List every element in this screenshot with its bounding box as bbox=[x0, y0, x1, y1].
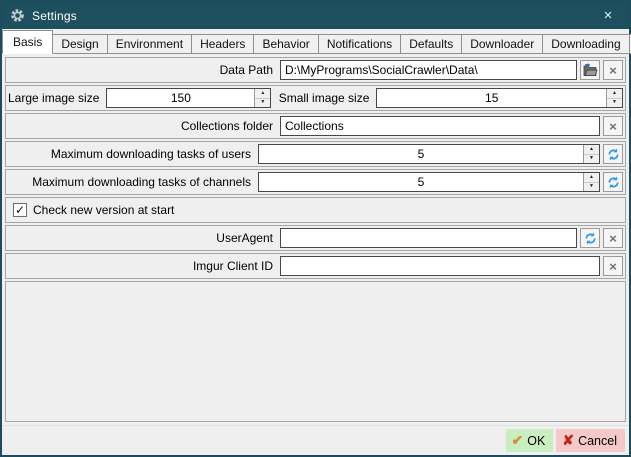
clear-icon: × bbox=[609, 232, 617, 245]
open-folder-icon bbox=[582, 63, 598, 77]
tab-behavior[interactable]: Behavior bbox=[254, 34, 318, 54]
clear-collections-folder-button[interactable]: × bbox=[603, 116, 623, 136]
clear-user-agent-button[interactable]: × bbox=[603, 228, 623, 248]
check-new-version-checkbox[interactable]: ✓ bbox=[13, 203, 27, 217]
tab-environment[interactable]: Environment bbox=[108, 34, 192, 54]
user-agent-label: UserAgent bbox=[8, 231, 280, 245]
row-image-sizes: Large image size ▲ ▼ Small image size ▲ … bbox=[5, 85, 626, 111]
clear-imgur-client-id-button[interactable]: × bbox=[603, 256, 623, 276]
small-image-size-input[interactable] bbox=[377, 89, 606, 107]
spin-down-icon[interactable]: ▼ bbox=[255, 99, 270, 108]
tab-basis[interactable]: Basis bbox=[2, 30, 53, 54]
reset-max-tasks-channels-button[interactable] bbox=[603, 172, 623, 192]
row-imgur-client-id: Imgur Client ID × bbox=[5, 253, 626, 279]
row-max-tasks-users: Maximum downloading tasks of users ▲ ▼ bbox=[5, 141, 626, 167]
refresh-user-agent-button[interactable] bbox=[580, 228, 600, 248]
ok-button-label: OK bbox=[527, 434, 545, 448]
data-path-label: Data Path bbox=[8, 63, 280, 77]
spin-up-icon[interactable]: ▲ bbox=[255, 89, 270, 99]
tab-headers[interactable]: Headers bbox=[192, 34, 254, 54]
user-agent-input[interactable] bbox=[280, 228, 577, 248]
clear-icon: × bbox=[609, 64, 617, 77]
spin-up-icon[interactable]: ▲ bbox=[584, 145, 599, 155]
refresh-icon bbox=[606, 175, 621, 190]
empty-panel bbox=[5, 281, 626, 422]
tab-design[interactable]: Design bbox=[53, 34, 107, 54]
clear-icon: × bbox=[609, 260, 617, 273]
window-title: Settings bbox=[32, 9, 587, 23]
spin-up-icon[interactable]: ▲ bbox=[584, 173, 599, 183]
titlebar: Settings × bbox=[2, 2, 629, 29]
clear-data-path-button[interactable]: × bbox=[603, 60, 623, 80]
refresh-icon bbox=[583, 231, 598, 246]
checkbox-check-icon: ✓ bbox=[15, 204, 25, 216]
ok-check-icon: ✔ bbox=[512, 432, 524, 449]
tab-page-basis: Data Path × Large image size ▲ ▼ bbox=[2, 54, 629, 425]
reset-max-tasks-users-button[interactable] bbox=[603, 144, 623, 164]
spin-down-icon[interactable]: ▼ bbox=[607, 99, 622, 108]
clear-icon: × bbox=[609, 120, 617, 133]
tab-downloader[interactable]: Downloader bbox=[462, 34, 543, 54]
max-tasks-users-spin-buttons: ▲ ▼ bbox=[583, 145, 599, 163]
tab-downloading[interactable]: Downloading bbox=[543, 34, 629, 54]
collections-folder-input[interactable] bbox=[280, 116, 600, 136]
browse-folder-button[interactable] bbox=[580, 60, 600, 80]
tab-notifications[interactable]: Notifications bbox=[319, 34, 401, 54]
max-tasks-channels-input[interactable] bbox=[259, 173, 583, 191]
row-check-new-version: ✓ Check new version at start bbox=[5, 197, 626, 223]
imgur-client-id-label: Imgur Client ID bbox=[8, 259, 280, 273]
ok-button[interactable]: ✔ OK bbox=[506, 429, 554, 452]
max-tasks-channels-spinner: ▲ ▼ bbox=[258, 172, 600, 192]
close-icon[interactable]: × bbox=[587, 2, 629, 29]
large-image-size-input[interactable] bbox=[107, 89, 254, 107]
small-image-size-spinner: ▲ ▼ bbox=[376, 88, 623, 108]
imgur-client-id-input[interactable] bbox=[280, 256, 600, 276]
gear-icon bbox=[10, 8, 25, 23]
large-image-size-spin-buttons: ▲ ▼ bbox=[254, 89, 270, 107]
collections-folder-label: Collections folder bbox=[8, 119, 280, 133]
tab-defaults[interactable]: Defaults bbox=[401, 34, 462, 54]
cancel-button[interactable]: ✘ Cancel bbox=[556, 429, 625, 452]
refresh-icon bbox=[606, 147, 621, 162]
max-tasks-channels-label: Maximum downloading tasks of channels bbox=[8, 175, 258, 189]
row-user-agent: UserAgent × bbox=[5, 225, 626, 251]
footer-bar: ✔ OK ✘ Cancel bbox=[2, 425, 629, 455]
data-path-input[interactable] bbox=[280, 60, 577, 80]
tab-strip: Basis Design Environment Headers Behavio… bbox=[2, 29, 629, 54]
max-tasks-channels-spin-buttons: ▲ ▼ bbox=[583, 173, 599, 191]
large-image-size-label: Large image size bbox=[8, 91, 106, 105]
spin-down-icon[interactable]: ▼ bbox=[584, 155, 599, 164]
max-tasks-users-label: Maximum downloading tasks of users bbox=[8, 147, 258, 161]
cancel-x-icon: ✘ bbox=[562, 432, 574, 449]
row-collections-folder: Collections folder × bbox=[5, 113, 626, 139]
max-tasks-users-input[interactable] bbox=[259, 145, 583, 163]
spin-up-icon[interactable]: ▲ bbox=[607, 89, 622, 99]
settings-window: Settings × Basis Design Environment Head… bbox=[0, 0, 631, 457]
small-image-size-label: Small image size bbox=[271, 91, 376, 105]
row-data-path: Data Path × bbox=[5, 57, 626, 83]
check-new-version-label: Check new version at start bbox=[33, 203, 174, 217]
spin-down-icon[interactable]: ▼ bbox=[584, 183, 599, 192]
row-max-tasks-channels: Maximum downloading tasks of channels ▲ … bbox=[5, 169, 626, 195]
max-tasks-users-spinner: ▲ ▼ bbox=[258, 144, 600, 164]
large-image-size-spinner: ▲ ▼ bbox=[106, 88, 271, 108]
cancel-button-label: Cancel bbox=[578, 434, 617, 448]
small-image-size-spin-buttons: ▲ ▼ bbox=[606, 89, 622, 107]
